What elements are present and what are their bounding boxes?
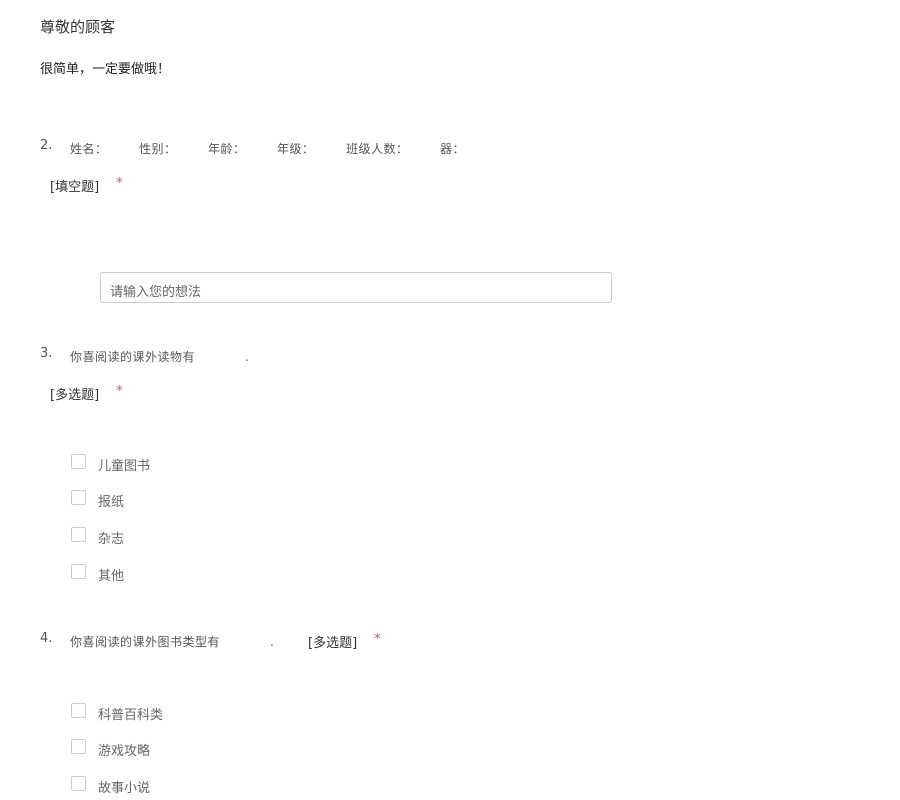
option-label: 其他	[98, 569, 125, 584]
option-label: 报纸	[98, 495, 125, 510]
option-label: 杂志	[98, 532, 125, 547]
question-number: 4.	[40, 631, 53, 646]
question-type-badge: [多选题]	[50, 388, 100, 403]
option-label: 故事小说	[98, 781, 151, 796]
survey-page: 尊敬的顾客 很简单，一定要做哦！ 2. 姓名： 性别： 年龄： 年级： 班级人数…	[0, 0, 900, 800]
intro-text: 很简单，一定要做哦！	[40, 62, 171, 77]
question-text: 你喜阅读的课外图书类型有 .	[70, 635, 275, 649]
checkbox[interactable]	[71, 739, 86, 754]
option-label: 儿童图书	[98, 459, 151, 474]
question-number: 2.	[40, 138, 53, 153]
checkbox[interactable]	[71, 454, 86, 469]
question-number: 3.	[40, 346, 53, 361]
question-type-badge: [填空题]	[50, 180, 100, 195]
greeting-heading: 尊敬的顾客	[40, 18, 116, 36]
answer-text-input[interactable]	[100, 272, 612, 303]
required-marker: *	[116, 384, 123, 399]
checkbox[interactable]	[71, 564, 86, 579]
required-marker: *	[116, 176, 123, 191]
question-text: 你喜阅读的课外读物有 .	[70, 350, 250, 364]
option-label: 游戏攻略	[98, 744, 151, 759]
checkbox[interactable]	[71, 703, 86, 718]
checkbox[interactable]	[71, 490, 86, 505]
checkbox[interactable]	[71, 527, 86, 542]
required-marker: *	[374, 632, 381, 647]
checkbox[interactable]	[71, 776, 86, 791]
question-type-badge: [多选题]	[308, 636, 358, 651]
question-text: 姓名： 性别： 年龄： 年级： 班级人数： 器：	[70, 142, 466, 156]
option-label: 科普百科类	[98, 708, 164, 723]
